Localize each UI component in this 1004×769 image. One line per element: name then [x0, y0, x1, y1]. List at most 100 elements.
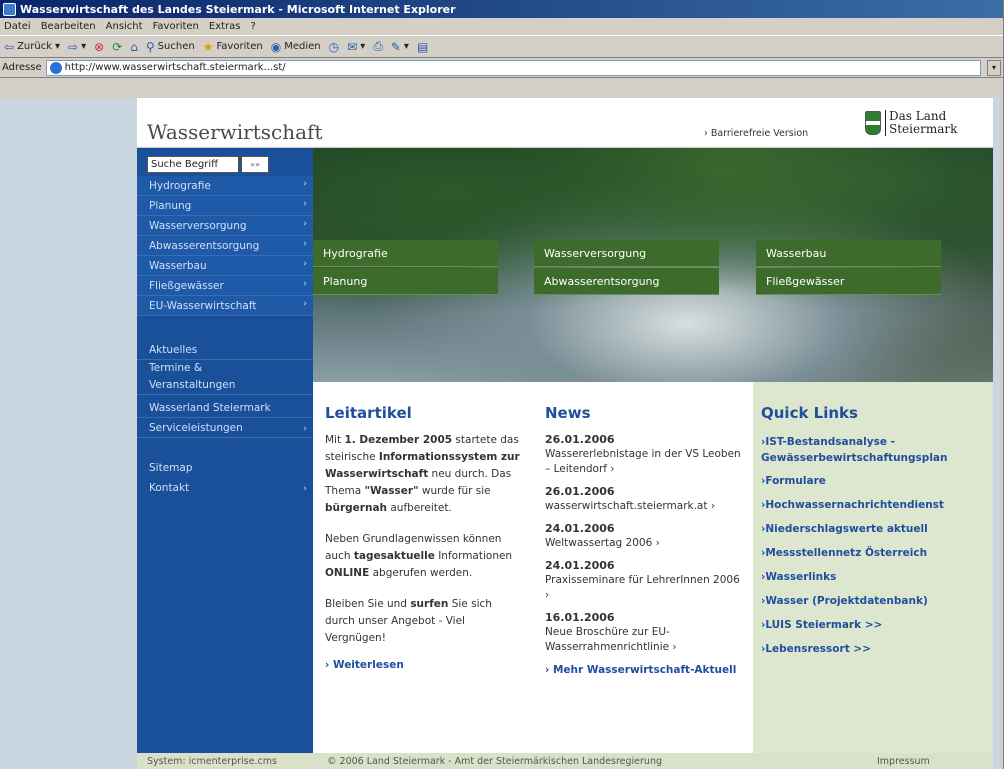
media-button[interactable]: ◉ Medien [271, 40, 321, 54]
hero-button-abwasserentsorgung[interactable]: Abwasserentsorgung [534, 268, 719, 295]
refresh-icon: ⟳ [112, 39, 123, 54]
site-title[interactable]: Wasserwirtschaft [147, 120, 323, 144]
address-input[interactable]: http://www.wasserwirtschaft.steiermark..… [45, 59, 981, 76]
ie-icon [3, 2, 16, 16]
quicklink-projektdatenbank[interactable]: ›Wasser (Projektdatenbank) [761, 593, 989, 609]
browser-window: Wasserwirtschaft des Landes Steiermark -… [0, 0, 1004, 769]
address-dropdown-icon[interactable]: ▾ [987, 59, 1001, 76]
title-bar: Wasserwirtschaft des Landes Steiermark -… [0, 0, 1003, 18]
hero-button-fliessgewaesser[interactable]: Fließgewässer [756, 268, 941, 295]
search-button[interactable]: ⚲ Suchen [146, 40, 195, 54]
land-steiermark-logo[interactable]: Das Land Steiermark [865, 110, 957, 136]
search-go-button[interactable]: »» [241, 156, 269, 173]
nav-item-eu-wasserwirtschaft[interactable]: EU-Wasserwirtschaft › [137, 296, 313, 316]
nav-item-planung[interactable]: Planung › [137, 196, 313, 216]
quicklink-luis[interactable]: ›LUIS Steiermark >> [761, 617, 989, 633]
nav-item-kontakt[interactable]: Kontakt › [137, 480, 313, 497]
forward-button[interactable]: ⇨ ▾ [68, 40, 86, 54]
nav-item-wasserversorgung[interactable]: Wasserversorgung › [137, 216, 313, 236]
news-heading: News [545, 404, 591, 422]
toolbar: ⇦ Zurück ▾ ⇨ ▾ ⊗ ⟳ ⌂ ⚲ Suchen ★ Favoriten ◉… [0, 36, 1003, 58]
back-button[interactable]: ⇦ Zurück ▾ [4, 40, 60, 54]
mail-button[interactable]: ✉ ▾ [347, 40, 365, 54]
nav-item-aktuelles[interactable]: Aktuelles [137, 342, 313, 360]
window-title: Wasserwirtschaft des Landes Steiermark -… [20, 2, 456, 16]
quicklink-hochwasser[interactable]: ›Hochwassernachrichtendienst [761, 497, 989, 513]
page-viewport[interactable]: Wasserwirtschaft › Barrierefreie Version… [0, 98, 1000, 769]
search-icon: ⚲ [145, 39, 155, 54]
chevron-right-icon: › [303, 259, 307, 269]
nav-item-hydrografie[interactable]: Hydrografie › [137, 176, 313, 196]
address-label: Adresse [2, 62, 42, 73]
favorites-button[interactable]: ★ Favoriten [203, 40, 263, 54]
print-button[interactable]: ⎙ [373, 39, 383, 54]
home-icon: ⌂ [130, 39, 138, 54]
chevron-right-icon: › [303, 219, 307, 229]
discuss-icon: ▤ [416, 39, 429, 54]
chevron-right-icon: › [303, 484, 307, 494]
menu-datei[interactable]: Datei [4, 21, 31, 32]
impressum-link[interactable]: Impressum [877, 756, 930, 767]
quicklink-niederschlag[interactable]: ›Niederschlagswerte aktuell [761, 521, 989, 537]
weiterlesen-link[interactable]: › Weiterlesen [325, 657, 525, 674]
print-icon: ⎙ [373, 39, 383, 53]
chevron-right-icon: › [303, 299, 307, 309]
back-arrow-icon: ⇦ [4, 39, 15, 54]
quicklink-ist-bestandsanalyse[interactable]: ›IST-Bestandsanalyse - Gewässerbewirtsch… [761, 434, 989, 466]
barrierefrei-link[interactable]: › Barrierefreie Version [704, 128, 808, 139]
quicklink-messstellennetz[interactable]: ›Messstellennetz Österreich [761, 545, 989, 561]
nav-item-wasserbau[interactable]: Wasserbau › [137, 256, 313, 276]
leitartikel-paragraph: Mit 1. Dezember 2005 startete das steiri… [325, 434, 520, 514]
nav-item-termine[interactable]: Termine & Veranstaltungen [137, 360, 313, 395]
refresh-button[interactable]: ⟳ [112, 40, 122, 54]
chevron-right-icon: › [303, 279, 307, 289]
hero-button-planung[interactable]: Planung [313, 268, 498, 295]
footer-copyright: © 2006 Land Steiermark - Amt der Steierm… [327, 755, 662, 767]
edit-button[interactable]: ✎ ▾ [391, 40, 409, 54]
hero-button-wasserbau[interactable]: Wasserbau [756, 240, 941, 267]
logo-line2: Steiermark [889, 122, 958, 136]
home-button[interactable]: ⌂ [130, 40, 138, 54]
address-bar: Adresse http://www.wasserwirtschaft.stei… [0, 58, 1003, 78]
site-header: Wasserwirtschaft › Barrierefreie Version… [137, 98, 993, 148]
hero-button-wasserversorgung[interactable]: Wasserversorgung [534, 240, 719, 267]
star-icon: ★ [202, 39, 214, 54]
stop-button[interactable]: ⊗ [94, 40, 104, 54]
mail-icon: ✉ [347, 39, 358, 54]
web-page: Wasserwirtschaft › Barrierefreie Version… [137, 98, 993, 769]
menu-extras[interactable]: Extras [209, 21, 241, 32]
stop-icon: ⊗ [94, 39, 105, 54]
quicklink-lebensressort[interactable]: ›Lebensressort >> [761, 641, 989, 657]
history-icon: ◷ [328, 39, 340, 54]
quicklinks-heading: Quick Links [761, 404, 858, 422]
nav-item-sitemap[interactable]: Sitemap [137, 460, 313, 477]
scrollbar[interactable] [993, 98, 1000, 769]
chevron-right-icon: › [303, 424, 307, 434]
leitartikel-paragraph: Neben Grundlagenwissen können auch tages… [325, 533, 513, 579]
menu-help[interactable]: ? [251, 21, 256, 32]
nav-item-wasserland[interactable]: Wasserland Steiermark [137, 400, 313, 418]
footer-system: System: icmenterprise.cms [147, 755, 277, 767]
nav-item-serviceleistungen[interactable]: Serviceleistungen › [137, 420, 313, 438]
news-item[interactable]: 26.01.2006 wasserwirtschaft.steiermark.at… [545, 484, 745, 514]
menu-bar: Datei Bearbeiten Ansicht Favoriten Extra… [0, 18, 1003, 36]
news-item[interactable]: 24.01.2006 Praxisseminare für LehrerInnen… [545, 558, 745, 603]
news-item[interactable]: 16.01.2006 Neue Broschüre zur EU-Wasserra… [545, 610, 745, 655]
page-gutter-left [0, 98, 137, 769]
discuss-button[interactable]: ▤ [417, 40, 428, 54]
address-url: http://www.wasserwirtschaft.steiermark..… [64, 62, 286, 73]
menu-favoriten[interactable]: Favoriten [153, 21, 199, 32]
nav-item-fliessgewaesser[interactable]: Fließgewässer › [137, 276, 313, 296]
forward-arrow-icon: ⇨ [68, 39, 79, 54]
news-item[interactable]: 24.01.2006 Weltwassertag 2006 › [545, 521, 745, 551]
quicklink-formulare[interactable]: ›Formulare [761, 473, 989, 489]
mehr-aktuell-link[interactable]: › Mehr Wasserwirtschaft-Aktuell [545, 662, 745, 679]
search-input[interactable]: Suche Begriff [147, 156, 239, 173]
nav-item-abwasserentsorgung[interactable]: Abwasserentsorgung › [137, 236, 313, 256]
menu-ansicht[interactable]: Ansicht [106, 21, 143, 32]
quicklink-wasserlinks[interactable]: ›Wasserlinks [761, 569, 989, 585]
news-item[interactable]: 26.01.2006 Wassererlebnistage in der VS L… [545, 432, 745, 477]
menu-bearbeiten[interactable]: Bearbeiten [41, 21, 96, 32]
history-button[interactable]: ◷ [329, 40, 339, 54]
hero-button-hydrografie[interactable]: Hydrografie [313, 240, 498, 267]
